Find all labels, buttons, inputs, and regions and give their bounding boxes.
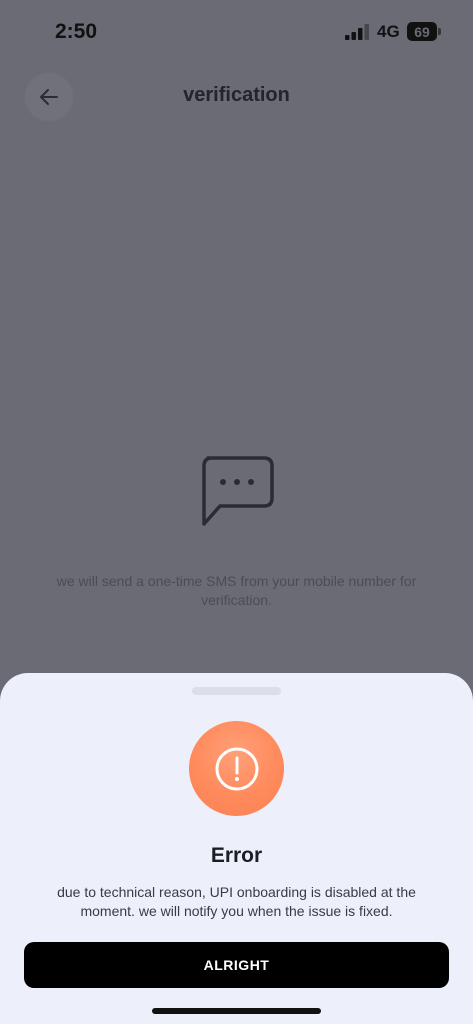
error-message: due to technical reason, UPI onboarding … (57, 884, 416, 919)
battery-tip (438, 28, 441, 35)
home-indicator (152, 1008, 321, 1014)
status-bar: 2:50 4G 69 (0, 0, 473, 64)
cellular-signal-icon (345, 24, 369, 40)
status-time: 2:50 (55, 20, 98, 43)
chat-bubble-dots-icon (202, 456, 274, 526)
network-type: 4G (377, 22, 400, 41)
sms-verification-note: we will send a one-time SMS from your mo… (56, 573, 417, 608)
error-badge (189, 721, 284, 816)
error-title: Error (210, 844, 263, 867)
alright-button[interactable]: ALRIGHT (24, 942, 449, 988)
error-bottom-sheet: Error due to technical reason, UPI onboa… (0, 673, 473, 1024)
battery-level: 69 (407, 22, 437, 41)
exclamation-circle-icon (215, 747, 258, 790)
page-title: verification (183, 84, 290, 106)
battery-icon: 69 (407, 22, 441, 41)
drag-handle[interactable] (192, 687, 281, 695)
